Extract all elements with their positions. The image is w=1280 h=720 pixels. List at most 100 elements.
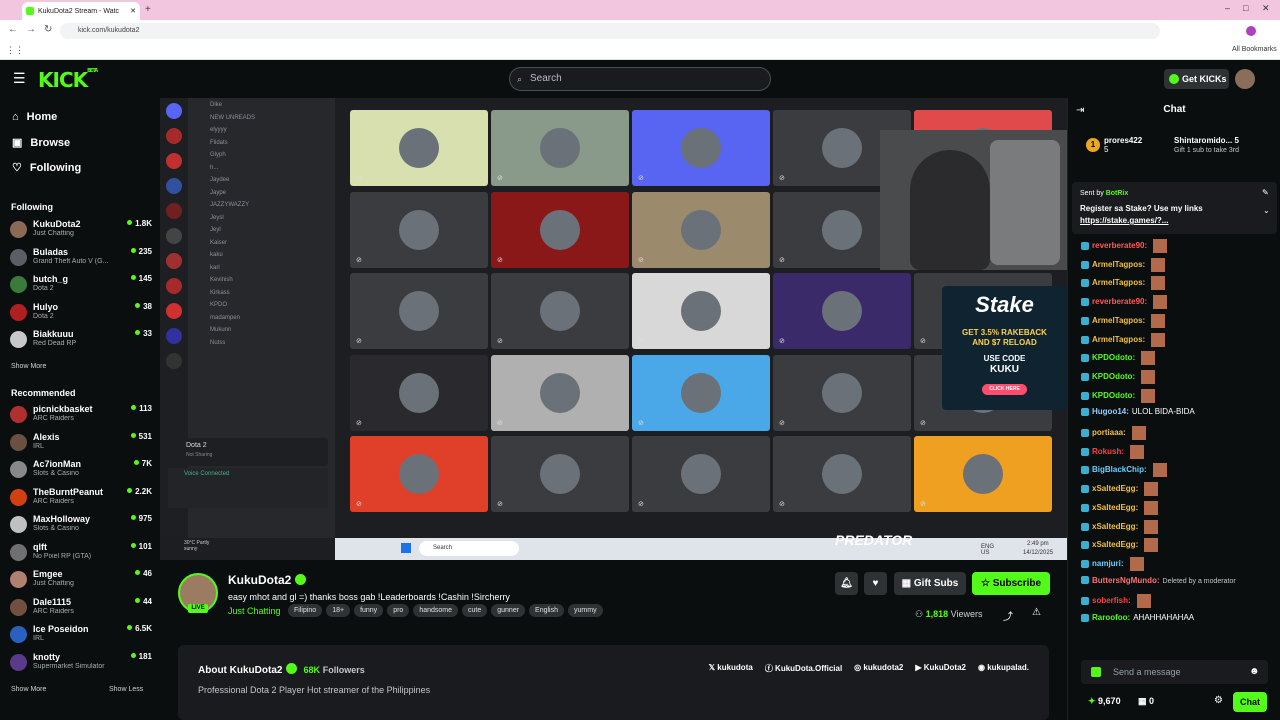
chat-username[interactable]: ArmelTagpos:: [1092, 279, 1145, 288]
channel-row[interactable]: butch_g Dota 2 145: [10, 272, 152, 298]
chat-username[interactable]: xSaltedEgg:: [1092, 503, 1138, 512]
chat-username[interactable]: Hugoo14:: [1092, 407, 1129, 416]
chat-username[interactable]: ArmelTagpos:: [1092, 316, 1145, 325]
chat-username[interactable]: xSaltedEgg:: [1092, 540, 1138, 549]
channel-row[interactable]: Dale1115 ARC Raiders 44: [10, 595, 152, 621]
tag-chip[interactable]: gunner: [491, 604, 526, 617]
settings-gear-icon[interactable]: ⚙: [1214, 695, 1223, 706]
minimize-icon[interactable]: –: [1225, 3, 1230, 13]
channel-row[interactable]: Hulyo Dota 2 38: [10, 300, 152, 326]
channel-row[interactable]: Ice Poseidon IRL 6.5K: [10, 622, 152, 648]
top-gifter-2[interactable]: Shintaromido... 5 Gift 1 sub to take 3rd: [1162, 136, 1239, 154]
discord-member: karl: [210, 264, 220, 271]
video-player[interactable]: Dike NEW UNREADS elyyyy Flidats Glyph h... Jay…: [160, 98, 1067, 560]
chat-username[interactable]: ArmelTagpos:: [1092, 335, 1145, 344]
reload-icon[interactable]: ↻: [44, 24, 52, 35]
menu-icon[interactable]: ☰: [13, 70, 26, 87]
recommended-title: Recommended: [11, 388, 76, 398]
facebook-link[interactable]: ⓕ KukuDota.Official: [765, 663, 842, 674]
channel-name[interactable]: KukuDota2: [228, 573, 291, 587]
channel-row[interactable]: KukuDota2 Just Chatting 1.8K: [10, 217, 152, 243]
x-link[interactable]: 𝕏 kukudota: [709, 663, 753, 674]
channel-row[interactable]: MaxHolloway Slots & Casino 975: [10, 512, 152, 538]
top-gifter-1[interactable]: 1 prores422 5: [1086, 136, 1142, 154]
tag-chip[interactable]: funny: [354, 604, 384, 617]
tag-chip[interactable]: yummy: [568, 604, 603, 617]
share-icon[interactable]: ⤴: [1003, 608, 1013, 623]
channel-row[interactable]: Emgee Just Chatting 46: [10, 567, 152, 593]
youtube-link[interactable]: ▶ KukuDota2: [915, 663, 966, 674]
get-kicks-button[interactable]: Get KICKs: [1164, 69, 1229, 89]
chat-username[interactable]: ArmelTagpos:: [1092, 260, 1145, 269]
chat-username[interactable]: Rokush:: [1092, 447, 1124, 456]
nav-following[interactable]: ♡ Following: [12, 161, 81, 175]
tag-chip[interactable]: English: [529, 604, 565, 617]
channel-row[interactable]: TheBurntPeanut ARC Raiders 2.2K: [10, 485, 152, 511]
chat-username[interactable]: namjuri:: [1092, 559, 1124, 568]
chat-username[interactable]: soberfish:: [1092, 596, 1131, 605]
tag-chip[interactable]: cute: [462, 604, 488, 617]
maximize-icon[interactable]: □: [1243, 3, 1248, 13]
stream-category[interactable]: Just Chatting: [228, 606, 281, 616]
tab-close-icon[interactable]: ✕: [130, 7, 136, 15]
chevron-down-icon[interactable]: ⌄: [1263, 206, 1270, 215]
forward-icon[interactable]: →: [26, 24, 36, 35]
tag-chip[interactable]: pro: [387, 604, 410, 617]
pinned-link[interactable]: https://stake.games/?...: [1080, 216, 1168, 225]
tag-chip[interactable]: 18+: [326, 604, 351, 617]
back-icon[interactable]: ←: [8, 24, 18, 35]
new-tab-icon[interactable]: +: [145, 4, 151, 15]
chat-username[interactable]: ButtersNgMundo:: [1092, 576, 1160, 585]
nav-home[interactable]: ⌂ Home: [12, 111, 57, 123]
tag-chip[interactable]: handsome: [413, 604, 459, 617]
search-input[interactable]: ⌕ Search: [509, 67, 771, 91]
chat-username[interactable]: BigBlackChip:: [1092, 466, 1147, 475]
channel-row[interactable]: picnickbasket ARC Raiders 113: [10, 402, 152, 428]
ad-cta[interactable]: CLICK HERE: [982, 384, 1027, 395]
channel-row[interactable]: Biakkuuu Red Dead RP 33: [10, 327, 152, 353]
gift-subs-button[interactable]: ▦ Gift Subs: [894, 572, 966, 595]
browser-tab[interactable]: KukuDota2 Stream - Watc ✕: [22, 2, 140, 20]
channel-row[interactable]: knotty Supermarket Simulator 181: [10, 650, 152, 676]
chat-username[interactable]: KPDOdoto:: [1092, 353, 1135, 362]
profile-icon[interactable]: [1246, 26, 1256, 36]
show-more-recommended[interactable]: Show More: [11, 686, 46, 693]
notification-button[interactable]: 🔔︎: [835, 572, 858, 595]
send-chat-button[interactable]: Chat: [1233, 692, 1267, 712]
follow-button[interactable]: ♥: [864, 572, 887, 595]
stake-ad[interactable]: Stake GET 3.5% RAKEBACK AND $7 RELOAD US…: [942, 286, 1067, 410]
apps-icon[interactable]: ⋮⋮: [6, 45, 24, 56]
url-field[interactable]: kick.com/kukudota2: [60, 23, 1160, 39]
emote-icon: [1141, 388, 1156, 403]
muted-mic-icon: ⊘: [497, 175, 503, 182]
kick-logo[interactable]: KICKBETA: [38, 68, 98, 92]
chat-username[interactable]: xSaltedEgg:: [1092, 522, 1138, 531]
show-less-button[interactable]: Show Less: [109, 686, 143, 693]
chat-input[interactable]: Send a message ☻: [1081, 660, 1268, 684]
chat-username[interactable]: reverberate90:: [1092, 297, 1147, 306]
channel-row[interactable]: Alexis IRL 531: [10, 430, 152, 456]
channel-row[interactable]: qlft No Pixel RP (GTA) 101: [10, 540, 152, 566]
chat-username[interactable]: xSaltedEgg:: [1092, 484, 1138, 493]
chat-username[interactable]: Raroofoo:: [1092, 613, 1130, 622]
subscribe-button[interactable]: ☆ Subscribe: [972, 572, 1050, 595]
all-bookmarks[interactable]: All Bookmarks: [1232, 46, 1277, 53]
chat-username[interactable]: KPDOdoto:: [1092, 391, 1135, 400]
user-avatar[interactable]: [1235, 69, 1255, 89]
pin-icon[interactable]: ✎: [1262, 188, 1269, 197]
emoji-icon[interactable]: ☻: [1249, 660, 1260, 684]
discord-link[interactable]: ◉ kukupalad.: [978, 663, 1029, 674]
chat-username[interactable]: reverberate90:: [1092, 241, 1147, 250]
channel-row[interactable]: Buladas Grand Theft Auto V (G... 235: [10, 245, 152, 271]
channel-row[interactable]: Ac7ionMan Slots & Casino 7K: [10, 457, 152, 483]
report-icon[interactable]: ⚠: [1032, 607, 1041, 618]
show-more-following[interactable]: Show More: [11, 363, 46, 370]
instagram-link[interactable]: ◎ kukudota2: [854, 663, 903, 674]
chat-username[interactable]: portiaaa:: [1092, 428, 1126, 437]
server-icon: [166, 178, 182, 194]
user-badge-icon: [1081, 541, 1089, 550]
close-window-icon[interactable]: ✕: [1262, 3, 1270, 14]
tag-chip[interactable]: Filipino: [288, 604, 323, 617]
chat-username[interactable]: KPDOdoto:: [1092, 372, 1135, 381]
nav-browse[interactable]: ▣ Browse: [12, 136, 70, 150]
